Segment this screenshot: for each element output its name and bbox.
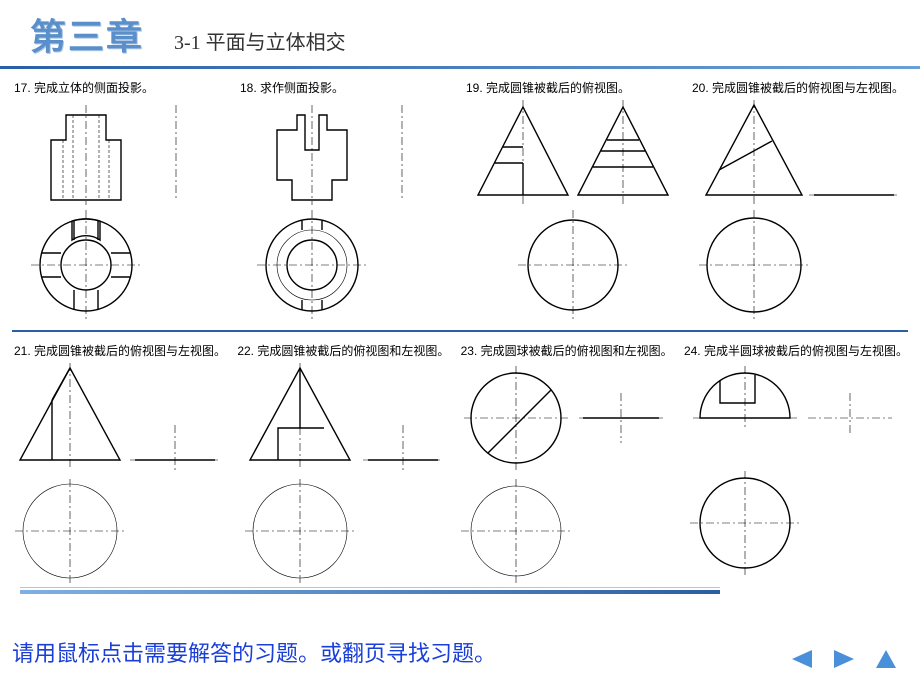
problems-row-1: 17. 完成立体的侧面投影。 — [0, 75, 920, 324]
problem-20[interactable]: 20. 完成圆锥被截后的俯视图与左视图。 — [690, 79, 908, 320]
problem-24-figure — [690, 363, 900, 583]
divider-bottom-1 — [20, 587, 720, 588]
divider-top — [0, 66, 920, 69]
nav-next-button[interactable] — [828, 646, 860, 672]
problem-23-figure — [461, 363, 671, 583]
problem-label: 23. 完成圆球被截后的俯视图和左视图。 — [459, 342, 674, 359]
problem-label: 19. 完成圆锥被截后的俯视图。 — [464, 79, 682, 96]
problems-row-2: 21. 完成圆锥被截后的俯视图与左视图。 22. 完成圆锥被截后 — [0, 338, 920, 587]
section-title: 3-1 平面与立体相交 — [174, 26, 346, 55]
nav-prev-button[interactable] — [786, 646, 818, 672]
problem-22[interactable]: 22. 完成圆锥被截后的俯视图和左视图。 — [235, 342, 450, 583]
problem-label: 24. 完成半圆球被截后的俯视图与左视图。 — [682, 342, 908, 359]
triangle-left-icon — [788, 648, 816, 670]
footer-hint: 请用鼠标点击需要解答的习题。或翻页寻找习题。 — [12, 636, 496, 668]
problem-17-figure — [21, 100, 221, 320]
problem-label: 18. 求作侧面投影。 — [238, 79, 456, 96]
nav-buttons — [786, 646, 902, 672]
page-header: 第三章 3-1 平面与立体相交 — [0, 0, 920, 64]
problem-23[interactable]: 23. 完成圆球被截后的俯视图和左视图。 — [459, 342, 674, 583]
problem-19[interactable]: 19. 完成圆锥被截后的俯视图。 — [464, 79, 682, 320]
problem-24[interactable]: 24. 完成半圆球被截后的俯视图与左视图。 — [682, 342, 908, 583]
nav-home-button[interactable] — [870, 646, 902, 672]
problem-19-figure — [468, 100, 678, 320]
divider-bottom-2 — [20, 590, 720, 594]
problem-17[interactable]: 17. 完成立体的侧面投影。 — [12, 79, 230, 320]
problem-21[interactable]: 21. 完成圆锥被截后的俯视图与左视图。 — [12, 342, 227, 583]
problem-label: 22. 完成圆锥被截后的俯视图和左视图。 — [235, 342, 450, 359]
problem-20-figure — [694, 100, 904, 320]
problem-18-figure — [247, 100, 447, 320]
problem-18[interactable]: 18. 求作侧面投影。 — [238, 79, 456, 320]
problem-21-figure — [15, 363, 225, 583]
triangle-up-icon — [872, 648, 900, 670]
triangle-right-icon — [830, 648, 858, 670]
problem-label: 17. 完成立体的侧面投影。 — [12, 79, 230, 96]
chapter-title: 第三章 — [30, 8, 144, 60]
problem-22-figure — [238, 363, 448, 583]
divider-mid — [12, 330, 908, 332]
problem-label: 21. 完成圆锥被截后的俯视图与左视图。 — [12, 342, 227, 359]
problem-label: 20. 完成圆锥被截后的俯视图与左视图。 — [690, 79, 908, 96]
